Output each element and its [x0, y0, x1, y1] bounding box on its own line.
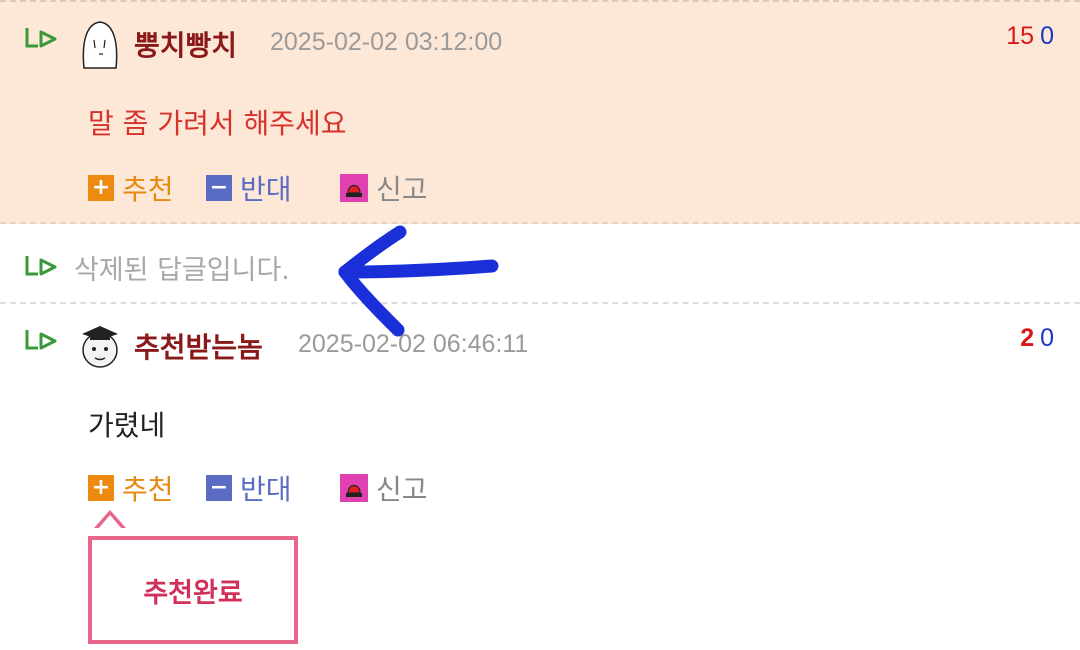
avatar[interactable]	[74, 318, 126, 370]
oppose-label: 반대	[240, 173, 292, 206]
report-label: 신고	[376, 473, 428, 506]
vote-counts: 20	[1020, 324, 1054, 353]
comment-timestamp: 2025-02-02 06:46:11	[298, 330, 529, 358]
comment-item: 뿡치빵치 2025-02-02 03:12:00 15 0 말 좀 가려서 해주세…	[0, 0, 1080, 224]
tooltip-text: 추천완료	[143, 577, 243, 609]
minus-icon: −	[206, 175, 232, 201]
author-nickname[interactable]: 추천받는놈	[134, 326, 263, 366]
report-button[interactable]: 신고	[340, 170, 428, 206]
recommend-label: 추천	[122, 473, 174, 506]
reply-arrow-icon	[25, 256, 57, 276]
recommend-label: 추천	[122, 173, 174, 206]
avatar[interactable]	[74, 18, 126, 70]
upvote-count: 15	[1006, 22, 1035, 50]
tooltip-pointer-inner	[98, 515, 122, 529]
comment-text: 가렸네	[88, 409, 166, 442]
recommend-button[interactable]: + 추천	[88, 170, 174, 206]
oppose-button[interactable]: − 반대	[206, 170, 292, 206]
plus-icon: +	[88, 475, 114, 501]
deleted-comment-item: 삭제된 답글입니다.	[0, 224, 1080, 304]
downvote-count: 0	[1040, 22, 1054, 50]
comment-text: 말 좀 가려서 해주세요	[88, 107, 347, 140]
comment-timestamp: 2025-02-02 03:12:00	[270, 28, 503, 56]
report-button[interactable]: 신고	[340, 470, 428, 506]
minus-icon: −	[206, 475, 232, 501]
deleted-notice: 삭제된 답글입니다.	[74, 255, 290, 286]
plus-icon: +	[88, 175, 114, 201]
downvote-count: 0	[1040, 324, 1054, 352]
siren-icon	[340, 474, 368, 502]
reply-arrow-icon	[25, 28, 57, 48]
siren-icon	[340, 174, 368, 202]
upvote-count: 2	[1020, 324, 1035, 352]
oppose-button[interactable]: − 반대	[206, 470, 292, 506]
author-nickname[interactable]: 뿡치빵치	[134, 24, 237, 64]
vote-counts: 15 0	[1006, 22, 1054, 51]
report-label: 신고	[376, 173, 428, 206]
reply-arrow-icon	[25, 330, 57, 350]
oppose-label: 반대	[240, 473, 292, 506]
recommend-button[interactable]: + 추천	[88, 470, 174, 506]
recommend-complete-tooltip: 추천완료	[88, 536, 298, 644]
